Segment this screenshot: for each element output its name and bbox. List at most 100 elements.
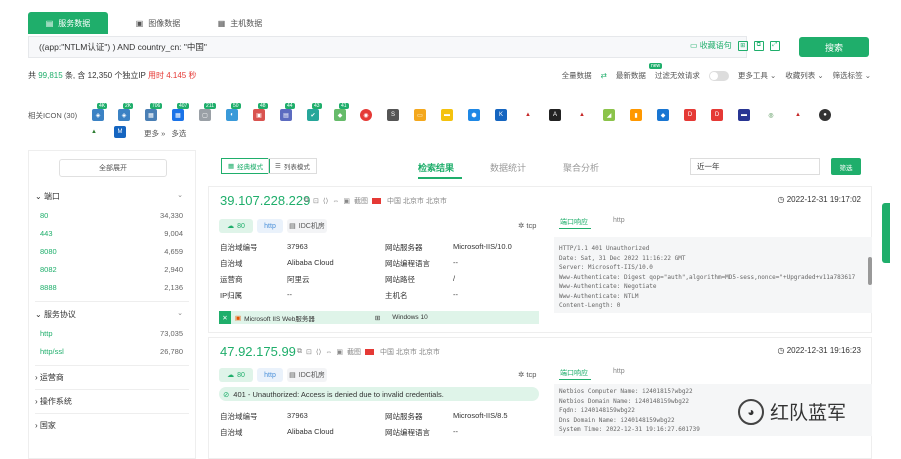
chevron-down-icon[interactable]: ⌄ — [177, 191, 183, 199]
orange-icon[interactable]: ▮ — [630, 109, 642, 121]
screenshot-icon[interactable]: ▣ — [336, 348, 343, 356]
side-feedback-tab[interactable] — [882, 203, 890, 263]
filter-row-port[interactable]: 80 34,330 — [40, 211, 183, 220]
more-tools-dropdown[interactable]: 更多工具 ⌄ — [738, 70, 776, 81]
favorites-dropdown[interactable]: 收藏列表 ⌄ — [785, 70, 823, 81]
search-button[interactable]: 搜索 — [799, 37, 869, 57]
related-icon[interactable]: 211 ▢ — [199, 103, 216, 121]
response-tab-http[interactable]: http — [613, 217, 625, 224]
multi-select-label[interactable]: 多选 — [171, 129, 186, 138]
more-icons-link[interactable]: 更多 » 多选 — [144, 128, 186, 139]
protocol-group-title[interactable]: ⌄ 服务协议 — [35, 309, 76, 320]
angular-icon[interactable]: A — [549, 109, 561, 121]
expand-all-button[interactable]: 全部展开 — [59, 159, 167, 177]
copy-icon[interactable]: ⧉ — [753, 40, 764, 51]
tab-search-results[interactable]: 检索结果 — [418, 161, 454, 174]
hat-icon[interactable]: ▲ — [576, 109, 588, 121]
dark-circle-icon[interactable]: ● — [819, 109, 831, 121]
related-icon[interactable]: 44 ▤ — [280, 103, 295, 121]
code-icon[interactable]: ⟨⟩ — [316, 348, 321, 356]
filter-key: http/ssl — [40, 347, 64, 356]
circle-d-icon[interactable]: D — [711, 109, 723, 121]
filter-row-protocol[interactable]: http/ssl 26,780 — [40, 347, 183, 356]
time-range-select[interactable]: 近一年 — [690, 158, 820, 175]
ruler-icon[interactable]: ▬ — [441, 109, 453, 121]
tab-service-data[interactable]: ▤ 服务数据 — [28, 12, 108, 34]
related-icon[interactable]: 41 ◆ — [334, 103, 349, 121]
new-badge: new — [649, 63, 663, 69]
tab-aggregate[interactable]: 聚合分析 — [563, 161, 599, 174]
isp-group-title[interactable]: › 运营商 — [35, 372, 64, 383]
search-input[interactable]: ((app:"NTLM认证") ) AND country_cn: "中国" — [28, 36, 747, 58]
tech-tag[interactable]: Microsoft IIS Web服务器 — [244, 313, 315, 323]
copy-icon[interactable]: ⧉ — [297, 348, 302, 356]
screenshot-label[interactable]: 截图 — [354, 196, 368, 206]
expand-icon[interactable]: ⤢ — [769, 40, 780, 51]
port-badge[interactable]: ☁ 80 — [219, 368, 253, 382]
drupal-icon[interactable]: ◆ — [657, 109, 669, 121]
related-icon[interactable]: 4K ◈ — [92, 103, 108, 121]
chevron-down-icon[interactable]: ⌄ — [177, 309, 183, 317]
filter-row-protocol[interactable]: http 73,035 — [40, 329, 183, 338]
m-icon[interactable]: M — [114, 126, 126, 138]
related-icon[interactable]: 43 ✔ — [307, 103, 322, 121]
os-group-title[interactable]: › 操作系统 — [35, 396, 72, 407]
k-icon[interactable]: K — [495, 109, 507, 121]
link-icon[interactable]: ⊡ — [306, 348, 312, 356]
protocol-badge[interactable]: http — [257, 368, 283, 382]
response-tab-port[interactable]: 端口响应 — [560, 368, 588, 378]
filter-invalid-toggle[interactable] — [708, 70, 729, 81]
list-mode-button[interactable]: ☰ 列表模式 — [268, 158, 317, 174]
scrollbar[interactable] — [868, 257, 872, 285]
latest-data-link[interactable]: 最新数据 — [616, 70, 646, 81]
field-label: 网站服务器 — [385, 243, 423, 252]
link-icon[interactable]: ⊡ — [313, 197, 319, 205]
port-group-title[interactable]: ⌄ 端口 — [35, 191, 60, 202]
chrome-icon[interactable]: ◉ — [360, 109, 372, 121]
filter-button[interactable]: 筛选 — [831, 158, 861, 175]
classic-mode-button[interactable]: ▦ 经典模式 — [221, 158, 271, 174]
save-query-button[interactable]: ▭ 收藏语句 — [690, 40, 732, 51]
result-ip[interactable]: 39.107.228.229 — [220, 193, 310, 208]
filter-tags-dropdown[interactable]: 筛选标签 ⌄ — [833, 70, 871, 81]
d-icon[interactable]: D — [684, 109, 696, 121]
response-tab-http[interactable]: http — [613, 368, 625, 375]
connect-icon[interactable]: ⇔ — [325, 349, 332, 356]
related-icon[interactable]: 48 ▣ — [253, 103, 268, 121]
related-icon[interactable]: 50 ◐ — [226, 103, 241, 121]
copy-icon[interactable]: ⧉ — [304, 197, 309, 205]
filter-row-port[interactable]: 8080 4,659 — [40, 247, 183, 256]
filter-row-port[interactable]: 8888 2,136 — [40, 283, 183, 292]
connect-icon[interactable]: ⇔ — [332, 198, 339, 205]
s-icon[interactable]: S — [387, 109, 399, 121]
eye-icon[interactable]: ◎ — [765, 109, 777, 121]
grid-icon[interactable]: ⊞ — [737, 40, 748, 51]
field-label: 自治域 — [220, 428, 243, 437]
hex-icon[interactable]: ⬢ — [468, 109, 480, 121]
related-icon[interactable]: 407 ▦ — [172, 103, 190, 121]
result-ip[interactable]: 47.92.175.99 — [220, 344, 296, 359]
screenshot-icon[interactable]: ▣ — [343, 197, 350, 205]
country-group-title[interactable]: › 国家 — [35, 420, 56, 431]
filter-row-port[interactable]: 8082 2,940 — [40, 265, 183, 274]
hat-icon[interactable]: ▲ — [792, 109, 804, 121]
all-data-link[interactable]: 全量数据 — [562, 70, 592, 81]
hat-icon[interactable]: ▲ — [522, 109, 534, 121]
tab-host-data[interactable]: ▦ 主机数据 — [200, 12, 280, 34]
screenshot-label[interactable]: 截图 — [347, 347, 361, 357]
port-badge[interactable]: ☁ 80 — [219, 219, 253, 233]
filter-row-port[interactable]: 443 9,004 — [40, 229, 183, 238]
leaf-icon[interactable]: ◢ — [603, 109, 615, 121]
tab-image-data[interactable]: ▣ 图像数据 — [118, 12, 198, 34]
field-value: -- — [453, 290, 458, 299]
related-icon[interactable]: 706 ▦ — [145, 103, 163, 121]
monitor-icon[interactable]: ▬ — [738, 109, 750, 121]
protocol-badge[interactable]: http — [257, 219, 283, 233]
code-icon[interactable]: ⟨⟩ — [323, 197, 328, 205]
triangle-icon[interactable]: ▲ — [88, 126, 100, 138]
tech-tag[interactable]: Windows 10 — [392, 314, 427, 321]
folder-icon[interactable]: ▭ — [414, 109, 426, 121]
tab-data-stats[interactable]: 数据统计 — [490, 161, 526, 174]
related-icon[interactable]: 2K ◈ — [118, 103, 134, 121]
response-tab-port[interactable]: 端口响应 — [560, 217, 588, 227]
